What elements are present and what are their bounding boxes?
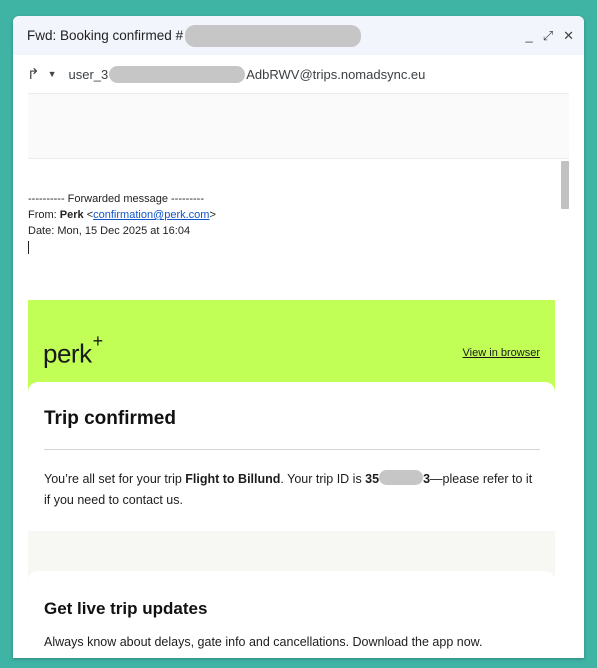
recipient-row: ↱ ▼ user_3 AdbRWV@trips.nomadsync.eu — [13, 55, 584, 93]
email-content: perk+ View in browser Trip confirmed You… — [28, 300, 555, 658]
trip-id: 35 — [365, 472, 380, 486]
text-cursor — [28, 241, 29, 254]
brand-banner: perk+ View in browser — [28, 300, 555, 392]
date-value: Mon, 15 Dec 2025 at 16:04 — [57, 225, 191, 237]
subject-area[interactable] — [28, 93, 569, 159]
forwarded-from: From: Perk <confirmation@perk.com> — [28, 209, 216, 221]
divider — [44, 449, 540, 450]
chevron-down-icon[interactable]: ▼ — [48, 69, 57, 79]
from-name: Perk — [59, 209, 84, 221]
view-in-browser-link[interactable]: View in browser — [463, 347, 540, 359]
date-label: Date: — [28, 225, 55, 237]
trip-confirmed-card: Trip confirmed You’re all set for your t… — [28, 382, 555, 531]
from-label: From: — [28, 209, 57, 221]
expand-icon[interactable]: ⤢ — [543, 29, 553, 42]
email-window: Fwd: Booking confirmed # _ ⤢ ✕ ↱ ▼ user_… — [13, 16, 584, 658]
from-email-link[interactable]: confirmation@perk.com — [93, 209, 209, 221]
trip-confirmed-text: You’re all set for your trip Flight to B… — [44, 470, 533, 507]
redacted-booking-number — [185, 24, 362, 47]
scrollbar[interactable] — [561, 161, 569, 209]
trip-confirmed-heading: Trip confirmed — [44, 408, 176, 429]
redacted-trip-id — [379, 470, 424, 485]
live-updates-card: Get live trip updates Always know about … — [28, 571, 555, 658]
minimize-icon[interactable]: _ — [525, 29, 532, 42]
message-body[interactable]: ---------- Forwarded message --------- F… — [13, 159, 584, 658]
trip-name: Flight to Billund — [185, 472, 281, 486]
forwarded-date: Date: Mon, 15 Dec 2025 at 16:04 — [28, 223, 569, 239]
redacted-address — [109, 65, 246, 83]
forward-icon[interactable]: ↱ — [27, 65, 40, 83]
forwarded-separator: ---------- Forwarded message --------- — [28, 193, 204, 205]
live-updates-heading: Get live trip updates — [44, 599, 208, 618]
recipient-prefix: user_3 — [68, 66, 109, 82]
recipient-suffix: AdbRWV@trips.nomadsync.eu — [246, 66, 426, 82]
window-controls: _ ⤢ ✕ — [525, 29, 574, 42]
live-updates-text: Always know about delays, gate info and … — [44, 635, 483, 649]
window-title: Fwd: Booking confirmed # — [27, 28, 184, 43]
forwarded-header: ---------- Forwarded message --------- F… — [13, 159, 584, 254]
window-titlebar: Fwd: Booking confirmed # _ ⤢ ✕ — [13, 16, 584, 55]
close-icon[interactable]: ✕ — [563, 29, 574, 42]
perk-logo: perk+ — [43, 330, 103, 369]
